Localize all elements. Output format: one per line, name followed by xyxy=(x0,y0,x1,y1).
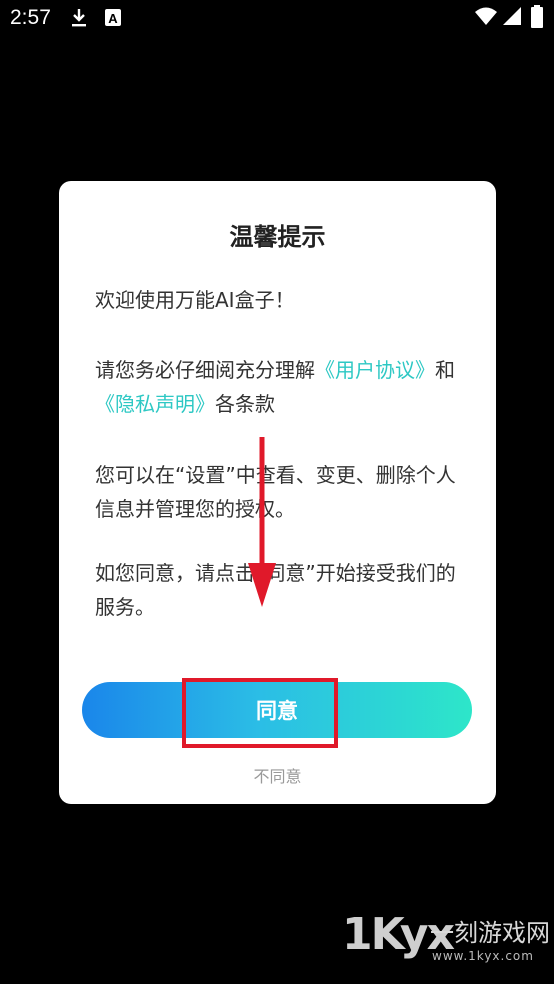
wifi-icon xyxy=(475,7,497,25)
keyboard-a-icon: A xyxy=(105,9,121,26)
annotation-arrow xyxy=(248,437,276,607)
notice-suffix: 各条款 xyxy=(215,392,275,416)
disagree-button[interactable]: 不同意 xyxy=(59,763,496,787)
agreement-notice: 请您务必仔细阅充分理解《用户协议》和《隐私声明》各条款 xyxy=(95,353,461,421)
notice-and: 和 xyxy=(435,358,455,382)
watermark-site-name: 一刻游戏网 xyxy=(430,919,550,947)
annotation-highlight-box xyxy=(182,678,338,748)
notice-prefix: 请您务必仔细阅充分理解 xyxy=(95,358,315,382)
signal-icon xyxy=(503,7,521,25)
user-agreement-link[interactable]: 《用户协议》 xyxy=(315,358,435,382)
status-bar: 2:57 A xyxy=(0,0,554,36)
svg-text:A: A xyxy=(108,11,118,26)
watermark-url: www.1kyx.com xyxy=(432,949,534,963)
welcome-text: 欢迎使用万能AI盒子！ xyxy=(95,288,295,312)
dialog-title: 温馨提示 xyxy=(229,223,326,251)
status-time: 2:57 xyxy=(10,6,51,29)
battery-icon xyxy=(531,5,543,28)
download-icon xyxy=(72,9,86,27)
watermark: 1Kyx 一刻游戏网 www.1kyx.com xyxy=(342,909,554,969)
privacy-statement-link[interactable]: 《隐私声明》 xyxy=(95,392,215,416)
